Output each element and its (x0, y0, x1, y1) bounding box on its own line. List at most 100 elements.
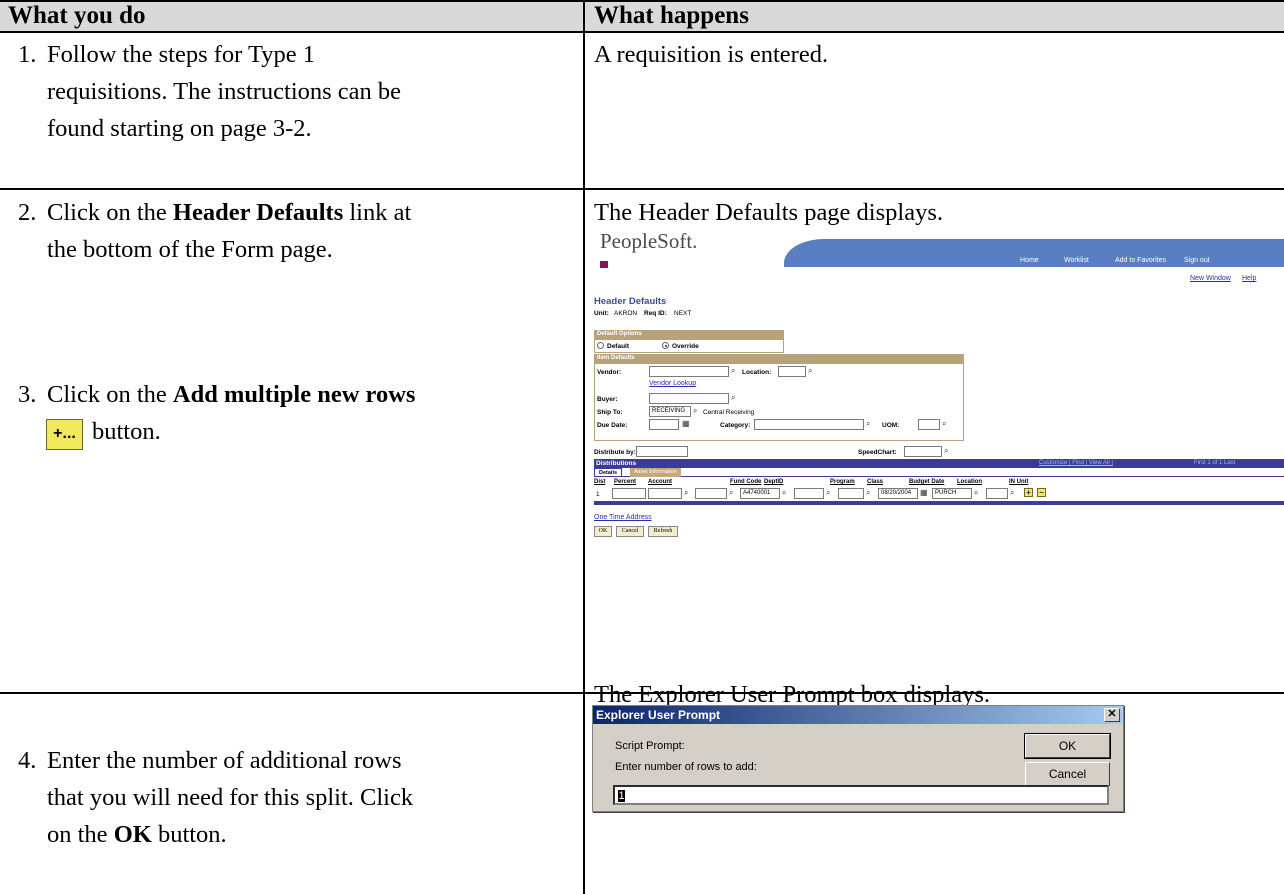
step-2-line-2: the bottom of the Form page. (47, 236, 333, 263)
step-4-post: button. (151, 821, 227, 848)
step-1-line-3: found starting on page 3-2. (47, 115, 312, 142)
step-1-line-1: Follow the steps for Type 1 (47, 41, 315, 68)
ok-button-label: OK (113, 821, 152, 848)
due-date-input[interactable] (649, 419, 679, 430)
dialog-cancel-button[interactable]: Cancel (1025, 762, 1110, 786)
account-lookup-icon[interactable]: ⌕ (684, 489, 693, 498)
step-4-line-3: on the OK button. (47, 816, 413, 853)
column-program[interactable]: Program (830, 479, 855, 485)
fund-code-lookup-icon[interactable]: ⌕ (729, 489, 738, 498)
column-fund-code[interactable]: Fund Code (730, 479, 761, 485)
tab-asset-information[interactable]: Asset Information (630, 468, 681, 477)
explorer-user-prompt-dialog: Explorer User Prompt ✕ Script Prompt: En… (592, 705, 1124, 812)
vendor-input[interactable] (649, 366, 729, 377)
category-input[interactable] (754, 419, 864, 430)
step-2-pre: Click on the (47, 199, 173, 226)
column-account[interactable]: Account (648, 479, 672, 485)
distributions-header-bar (594, 459, 1284, 468)
uom-lookup-icon[interactable]: ⌕ (942, 420, 951, 429)
row-dist-value: 1 (596, 491, 600, 498)
close-icon[interactable]: ✕ (1104, 708, 1120, 722)
column-budget-date[interactable]: Budget Date (909, 479, 944, 485)
ps-cancel-button[interactable]: Cancel (616, 526, 644, 537)
peoplesoft-logo: PeopleSoft. (600, 229, 698, 253)
column-class[interactable]: Class (867, 479, 883, 485)
program-input[interactable] (794, 488, 824, 499)
unit-label: Unit: (594, 310, 609, 317)
nav-add-to-favorites-link[interactable]: Add to Favorites (1115, 257, 1166, 264)
budget-date-calendar-icon[interactable]: ▦ (920, 489, 929, 498)
nav-sign-out-link[interactable]: Sign out (1184, 257, 1210, 264)
step-number-2: 2. (18, 199, 37, 226)
step-number-4: 4. (18, 747, 37, 774)
menu-toggle-icon[interactable] (600, 261, 608, 268)
buyer-lookup-icon[interactable]: ⌕ (731, 394, 740, 403)
column-in-unit[interactable]: IN Unit (1009, 479, 1028, 485)
page-title: Header Defaults (594, 296, 667, 307)
rows-to-add-input[interactable]: 1 (613, 785, 1109, 805)
program-lookup-icon[interactable]: ⌕ (826, 489, 835, 498)
column-header-what-happens: What happens (594, 2, 749, 29)
percent-input[interactable] (612, 488, 646, 499)
tab-strip (594, 468, 1284, 477)
uom-input[interactable] (918, 419, 940, 430)
column-deptid[interactable]: DeptID (764, 479, 783, 485)
distribute-by-label: Distribute by: (594, 449, 636, 456)
step-2-line-1: Click on the Header Defaults link at (47, 194, 411, 231)
buyer-input[interactable] (649, 393, 729, 404)
location-lookup-icon[interactable]: ⌕ (808, 367, 817, 376)
step-4-text: Enter the number of additional rows that… (47, 742, 413, 853)
location-grid-lookup-icon[interactable]: ⌕ (974, 489, 983, 498)
class-lookup-icon[interactable]: ⌕ (866, 489, 875, 498)
ps-ok-button[interactable]: OK (594, 526, 612, 537)
category-label: Category: (720, 422, 751, 429)
deptid-lookup-icon[interactable]: ⌕ (782, 489, 791, 498)
fund-code-input[interactable] (695, 488, 727, 499)
ps-refresh-button[interactable]: Refresh (648, 526, 678, 537)
add-multiple-rows-icon[interactable]: +... (46, 419, 83, 450)
ship-to-input[interactable]: RECEIVING (649, 406, 691, 417)
in-unit-lookup-icon[interactable]: ⌕ (1010, 489, 1019, 498)
column-dist[interactable]: Dist (594, 479, 605, 485)
add-row-icon[interactable]: + (1024, 488, 1033, 497)
grid-customize-links[interactable]: Customize | Find | View All | (1039, 460, 1113, 466)
one-time-address-link[interactable]: One Time Address (594, 514, 652, 521)
nav-home-link[interactable]: Home (1020, 257, 1039, 264)
step-1-text: Follow the steps for Type 1 requisitions… (47, 36, 401, 147)
deptid-input[interactable]: A4740001 (740, 488, 780, 499)
override-radio[interactable] (662, 342, 669, 349)
dialog-ok-button[interactable]: OK (1024, 733, 1111, 759)
ship-to-lookup-icon[interactable]: ⌕ (693, 407, 702, 416)
category-lookup-icon[interactable]: ⌕ (866, 420, 875, 429)
table-border-top (0, 0, 1284, 2)
location-grid-input[interactable]: PURCH (932, 488, 972, 499)
class-input[interactable] (838, 488, 864, 499)
default-radio[interactable] (597, 342, 604, 349)
step-2-text: Click on the Header Defaults link at the… (47, 194, 411, 268)
step-3-text: Click on the Add multiple new rows butto… (47, 376, 415, 450)
distribute-by-select[interactable] (636, 446, 688, 457)
nav-worklist-link[interactable]: Worklist (1064, 257, 1089, 264)
budget-date-input[interactable]: 08/20/2004 (878, 488, 918, 499)
default-radio-label: Default (607, 343, 630, 350)
distributions-title: Distributions (596, 460, 637, 467)
vendor-lookup-link[interactable]: Vendor Lookup (649, 380, 696, 387)
column-location[interactable]: Location (957, 479, 982, 485)
vendor-lookup-icon[interactable]: ⌕ (731, 367, 740, 376)
grid-pager[interactable]: First 1 of 1 Last (1194, 460, 1235, 466)
speedchart-lookup-icon[interactable]: ⌕ (944, 447, 953, 456)
column-percent[interactable]: Percent (614, 479, 636, 485)
calendar-icon[interactable]: ▦ (682, 420, 691, 429)
location-input[interactable] (778, 366, 806, 377)
new-window-link[interactable]: New Window (1190, 275, 1231, 282)
account-input[interactable] (648, 488, 682, 499)
delete-row-icon[interactable]: − (1037, 488, 1046, 497)
tab-details[interactable]: Details (594, 468, 623, 477)
help-link[interactable]: Help (1242, 275, 1256, 282)
speedchart-label: SpeedChart: (858, 449, 897, 456)
in-unit-input[interactable] (986, 488, 1008, 499)
rows-to-add-value: 1 (618, 789, 625, 802)
step-2-result: The Header Defaults page displays. (594, 199, 943, 226)
speedchart-input[interactable] (904, 446, 942, 457)
reqid-value: NEXT (674, 310, 692, 317)
